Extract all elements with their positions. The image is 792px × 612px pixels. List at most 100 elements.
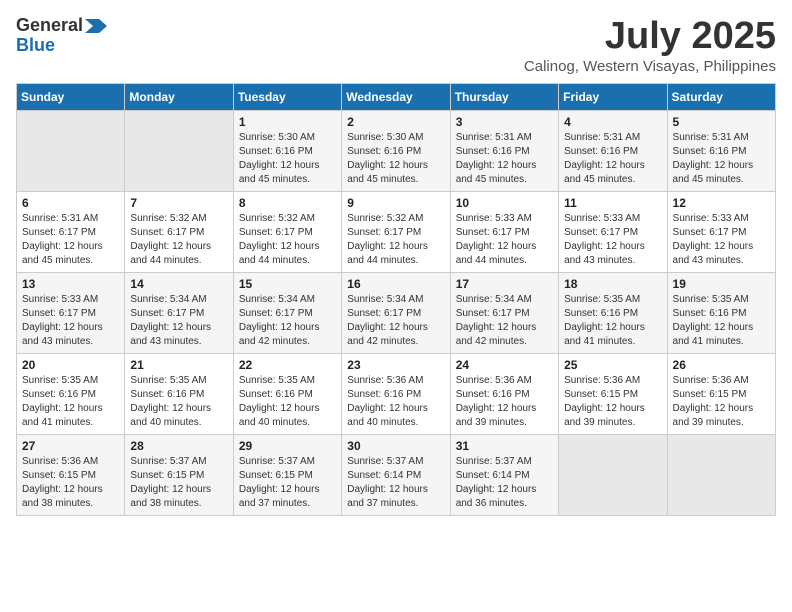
calendar-cell: 13Sunrise: 5:33 AM Sunset: 6:17 PM Dayli…	[17, 272, 125, 353]
day-info: Sunrise: 5:34 AM Sunset: 6:17 PM Dayligh…	[456, 293, 553, 349]
calendar-cell: 14 Sunrise: 5:34 AM Sunset: 6:17 PM Dayli…	[125, 272, 233, 353]
calendar-cell: 8Sunrise: 5:32 AM Sunset: 6:17 PM Daylig…	[233, 191, 341, 272]
day-number: 11	[564, 196, 661, 210]
day-number: 19	[673, 277, 770, 291]
weekday-header-row: SundayMondayTuesdayWednesdayThursdayFrid…	[17, 83, 776, 110]
day-info: Sunrise: 5:36 AM Sunset: 6:15 PM Dayligh…	[564, 374, 661, 430]
day-number: 10	[456, 196, 553, 210]
day-number: 6	[22, 196, 119, 210]
day-info: Sunrise: 5:37 AM Sunset: 6:15 PM Dayligh…	[239, 455, 336, 511]
day-info: Sunrise: 5:35 AM Sunset: 6:16 PM Dayligh…	[564, 293, 661, 349]
title-block: July 2025 Calinog, Western Visayas, Phil…	[524, 16, 776, 75]
calendar-cell: 30 Sunrise: 5:37 AM Sunset: 6:14 PM Dayli…	[342, 434, 450, 515]
day-info: Sunrise: 5:37 AM Sunset: 6:14 PM Dayligh…	[456, 455, 553, 511]
logo: GeneralBlue	[16, 16, 107, 56]
day-number: 13	[22, 277, 119, 291]
calendar-week-row: 20Sunrise: 5:35 AM Sunset: 6:16 PM Dayli…	[17, 353, 776, 434]
day-number: 25	[564, 358, 661, 372]
day-info: Sunrise: 5:34 AM Sunset: 6:17 PM Dayligh…	[130, 293, 227, 349]
calendar-cell: 22Sunrise: 5:35 AM Sunset: 6:16 PM Dayli…	[233, 353, 341, 434]
calendar-week-row: 13Sunrise: 5:33 AM Sunset: 6:17 PM Dayli…	[17, 272, 776, 353]
calendar-cell: 25 Sunrise: 5:36 AM Sunset: 6:15 PM Dayli…	[559, 353, 667, 434]
calendar-cell: 16 Sunrise: 5:34 AM Sunset: 6:17 PM Dayli…	[342, 272, 450, 353]
day-number: 24	[456, 358, 553, 372]
day-number: 31	[456, 439, 553, 453]
day-info: Sunrise: 5:33 AM Sunset: 6:17 PM Dayligh…	[456, 212, 553, 268]
calendar-cell: 28 Sunrise: 5:37 AM Sunset: 6:15 PM Dayli…	[125, 434, 233, 515]
day-number: 7	[130, 196, 227, 210]
calendar-cell	[559, 434, 667, 515]
logo-blue-text: Blue	[16, 36, 55, 56]
day-number: 12	[673, 196, 770, 210]
weekday-header-friday: Friday	[559, 83, 667, 110]
day-info: Sunrise: 5:30 AM Sunset: 6:16 PM Dayligh…	[347, 131, 444, 187]
location-title: Calinog, Western Visayas, Philippines	[524, 58, 776, 75]
calendar-cell: 15 Sunrise: 5:34 AM Sunset: 6:17 PM Dayli…	[233, 272, 341, 353]
day-number: 15	[239, 277, 336, 291]
day-number: 5	[673, 115, 770, 129]
calendar-cell: 23 Sunrise: 5:36 AM Sunset: 6:16 PM Dayli…	[342, 353, 450, 434]
day-number: 29	[239, 439, 336, 453]
day-info: Sunrise: 5:31 AM Sunset: 6:16 PM Dayligh…	[456, 131, 553, 187]
day-number: 18	[564, 277, 661, 291]
calendar-cell: 9 Sunrise: 5:32 AM Sunset: 6:17 PM Daylig…	[342, 191, 450, 272]
day-number: 3	[456, 115, 553, 129]
day-number: 26	[673, 358, 770, 372]
day-info: Sunrise: 5:35 AM Sunset: 6:16 PM Dayligh…	[130, 374, 227, 430]
day-number: 1	[239, 115, 336, 129]
calendar-cell: 7 Sunrise: 5:32 AM Sunset: 6:17 PM Daylig…	[125, 191, 233, 272]
day-info: Sunrise: 5:35 AM Sunset: 6:16 PM Dayligh…	[239, 374, 336, 430]
day-number: 30	[347, 439, 444, 453]
day-info: Sunrise: 5:32 AM Sunset: 6:17 PM Dayligh…	[347, 212, 444, 268]
day-info: Sunrise: 5:34 AM Sunset: 6:17 PM Dayligh…	[239, 293, 336, 349]
calendar-cell: 5 Sunrise: 5:31 AM Sunset: 6:16 PM Daylig…	[667, 110, 775, 191]
day-number: 4	[564, 115, 661, 129]
calendar-cell: 27 Sunrise: 5:36 AM Sunset: 6:15 PM Dayli…	[17, 434, 125, 515]
day-number: 17	[456, 277, 553, 291]
weekday-header-saturday: Saturday	[667, 83, 775, 110]
day-info: Sunrise: 5:31 AM Sunset: 6:17 PM Dayligh…	[22, 212, 119, 268]
calendar-week-row: 27 Sunrise: 5:36 AM Sunset: 6:15 PM Dayli…	[17, 434, 776, 515]
day-info: Sunrise: 5:36 AM Sunset: 6:15 PM Dayligh…	[22, 455, 119, 511]
calendar-cell: 4 Sunrise: 5:31 AM Sunset: 6:16 PM Daylig…	[559, 110, 667, 191]
day-info: Sunrise: 5:34 AM Sunset: 6:17 PM Dayligh…	[347, 293, 444, 349]
day-number: 23	[347, 358, 444, 372]
day-number: 14	[130, 277, 227, 291]
day-info: Sunrise: 5:32 AM Sunset: 6:17 PM Dayligh…	[130, 212, 227, 268]
logo-general-text: General	[16, 16, 83, 36]
calendar-cell: 17 Sunrise: 5:34 AM Sunset: 6:17 PM Dayli…	[450, 272, 558, 353]
calendar-cell: 2 Sunrise: 5:30 AM Sunset: 6:16 PM Daylig…	[342, 110, 450, 191]
weekday-header-sunday: Sunday	[17, 83, 125, 110]
calendar-cell: 29 Sunrise: 5:37 AM Sunset: 6:15 PM Dayli…	[233, 434, 341, 515]
day-number: 9	[347, 196, 444, 210]
day-info: Sunrise: 5:36 AM Sunset: 6:15 PM Dayligh…	[673, 374, 770, 430]
day-info: Sunrise: 5:36 AM Sunset: 6:16 PM Dayligh…	[347, 374, 444, 430]
calendar-cell: 11 Sunrise: 5:33 AM Sunset: 6:17 PM Dayli…	[559, 191, 667, 272]
day-number: 2	[347, 115, 444, 129]
calendar-cell: 20Sunrise: 5:35 AM Sunset: 6:16 PM Dayli…	[17, 353, 125, 434]
day-info: Sunrise: 5:35 AM Sunset: 6:16 PM Dayligh…	[673, 293, 770, 349]
day-number: 16	[347, 277, 444, 291]
day-number: 8	[239, 196, 336, 210]
calendar-week-row: 6 Sunrise: 5:31 AM Sunset: 6:17 PM Daylig…	[17, 191, 776, 272]
calendar-cell: 1 Sunrise: 5:30 AM Sunset: 6:16 PM Daylig…	[233, 110, 341, 191]
weekday-header-tuesday: Tuesday	[233, 83, 341, 110]
calendar-cell: 26 Sunrise: 5:36 AM Sunset: 6:15 PM Dayli…	[667, 353, 775, 434]
day-info: Sunrise: 5:33 AM Sunset: 6:17 PM Dayligh…	[564, 212, 661, 268]
day-number: 28	[130, 439, 227, 453]
page-header: GeneralBlue July 2025 Calinog, Western V…	[16, 16, 776, 75]
day-info: Sunrise: 5:30 AM Sunset: 6:16 PM Dayligh…	[239, 131, 336, 187]
calendar-cell: 3 Sunrise: 5:31 AM Sunset: 6:16 PM Daylig…	[450, 110, 558, 191]
day-number: 27	[22, 439, 119, 453]
day-info: Sunrise: 5:37 AM Sunset: 6:15 PM Dayligh…	[130, 455, 227, 511]
calendar-cell: 31 Sunrise: 5:37 AM Sunset: 6:14 PM Dayli…	[450, 434, 558, 515]
day-info: Sunrise: 5:33 AM Sunset: 6:17 PM Dayligh…	[673, 212, 770, 268]
day-info: Sunrise: 5:35 AM Sunset: 6:16 PM Dayligh…	[22, 374, 119, 430]
day-info: Sunrise: 5:31 AM Sunset: 6:16 PM Dayligh…	[673, 131, 770, 187]
calendar-cell: 18 Sunrise: 5:35 AM Sunset: 6:16 PM Dayli…	[559, 272, 667, 353]
calendar-cell: 21Sunrise: 5:35 AM Sunset: 6:16 PM Dayli…	[125, 353, 233, 434]
day-info: Sunrise: 5:37 AM Sunset: 6:14 PM Dayligh…	[347, 455, 444, 511]
calendar-cell: 24Sunrise: 5:36 AM Sunset: 6:16 PM Dayli…	[450, 353, 558, 434]
day-info: Sunrise: 5:31 AM Sunset: 6:16 PM Dayligh…	[564, 131, 661, 187]
calendar-cell: 10 Sunrise: 5:33 AM Sunset: 6:17 PM Dayli…	[450, 191, 558, 272]
